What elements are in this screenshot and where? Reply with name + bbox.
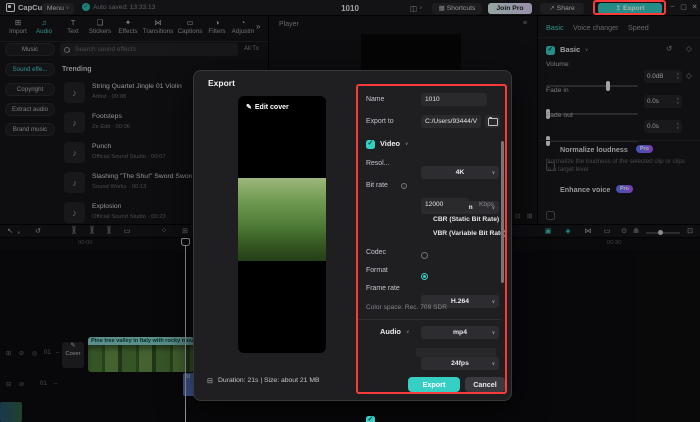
chevron-down-icon[interactable]: ∨	[405, 141, 408, 147]
bitrate-unit-label: Kbps	[479, 201, 495, 208]
audio-section-label: Audio	[380, 327, 401, 336]
resolution-dropdown[interactable]: 4K ∨	[421, 166, 499, 179]
vbr-label: VBR (Variable Bit Rate)	[433, 230, 507, 237]
chevron-down-icon: ∨	[491, 360, 495, 366]
duration-icon: ⊟	[207, 378, 213, 385]
chevron-down-icon: ∨	[491, 169, 495, 175]
audio-checkbox[interactable]	[366, 415, 375, 422]
video-section-label: Video	[380, 139, 400, 148]
name-label: Name	[366, 96, 385, 103]
chevron-down-icon: ∨	[491, 329, 495, 335]
format-label: Format	[366, 267, 388, 274]
dialog-cancel-button[interactable]: Cancel	[465, 377, 505, 392]
dialog-scrollbar[interactable]	[501, 141, 504, 283]
cover-preview: ✎ Edit cover	[238, 96, 326, 353]
framerate-dropdown[interactable]: 24fps ∨	[421, 357, 499, 370]
cbr-label: CBR (Static Bit Rate)	[433, 216, 500, 223]
cover-image	[238, 178, 326, 261]
codec-label: Codec	[366, 249, 386, 256]
vbr-radio[interactable]	[421, 273, 428, 280]
export-info-text: Duration: 21s | Size: about 21 MB	[218, 377, 320, 384]
bitrate-label: Bit rate	[366, 182, 388, 189]
browse-folder-button[interactable]	[485, 115, 500, 128]
chevron-down-icon: ∨	[491, 298, 495, 304]
video-checkbox[interactable]	[366, 139, 375, 149]
export-path-input[interactable]	[421, 115, 481, 128]
name-input[interactable]	[421, 93, 487, 106]
bitrate-value-input[interactable]	[421, 198, 469, 211]
edit-cover-button[interactable]: ✎ Edit cover	[246, 103, 289, 112]
dialog-title: Export	[208, 78, 235, 88]
colorspace-text: Color space: Rec. 709 SDR	[366, 304, 447, 311]
format-dropdown[interactable]: mp4 ∨	[421, 326, 499, 339]
folder-icon	[487, 116, 498, 126]
chevron-down-icon[interactable]: ∨	[406, 329, 409, 335]
export-dialog: Export ✎ Edit cover ⊟ Duration: 21s | Si…	[193, 70, 512, 422]
edit-icon: ✎	[246, 104, 252, 111]
resolution-label: Resol...	[366, 160, 390, 167]
framerate-label: Frame rate	[366, 285, 400, 292]
cbr-radio[interactable]	[421, 252, 428, 259]
dialog-export-button[interactable]: Export	[408, 377, 460, 392]
capcut-window: CapCut Menu ∨ ✓ Auto saved: 13:33:13 101…	[0, 0, 700, 422]
export-to-label: Export to	[366, 118, 394, 125]
info-icon: i	[401, 183, 407, 189]
audio-format-field-partial[interactable]	[416, 348, 496, 357]
